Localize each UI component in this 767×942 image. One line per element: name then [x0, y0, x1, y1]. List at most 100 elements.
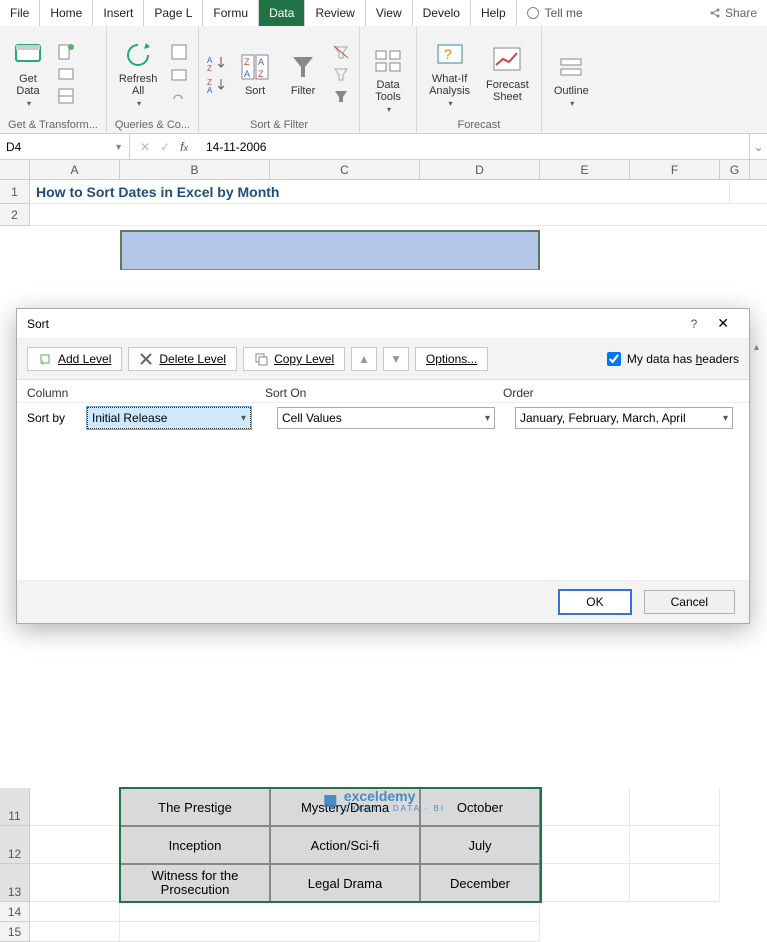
row-header-13[interactable]: 13: [0, 864, 30, 902]
dialog-titlebar: Sort ? ✕: [17, 309, 749, 339]
tab-file[interactable]: File: [0, 0, 40, 26]
sort-button[interactable]: ZAAZ Sort: [235, 49, 275, 99]
tell-me[interactable]: Tell me: [517, 0, 593, 26]
col-header-f[interactable]: F: [630, 160, 720, 179]
options-button[interactable]: Options...: [415, 347, 488, 371]
svg-text:A: A: [207, 86, 213, 93]
dialog-close-button[interactable]: ✕: [707, 315, 739, 332]
dialog-help-button[interactable]: ?: [681, 317, 708, 331]
tab-view[interactable]: View: [366, 0, 413, 26]
add-level-button[interactable]: + Add Level: [27, 347, 122, 371]
group-data-tools-label: [368, 129, 408, 131]
whatif-icon: ?: [434, 39, 466, 71]
group-sort-filter-label: Sort & Filter: [207, 117, 351, 131]
title-cell[interactable]: How to Sort Dates in Excel by Month: [30, 180, 730, 203]
select-all-corner[interactable]: [0, 160, 30, 179]
row-header-2[interactable]: 2: [0, 204, 30, 226]
col-header-c[interactable]: C: [270, 160, 420, 179]
headers-checkbox[interactable]: My data has headers: [607, 352, 739, 366]
enter-formula-icon[interactable]: ✓: [160, 140, 170, 154]
dialog-footer: OK Cancel: [17, 581, 749, 623]
cell-d13[interactable]: December: [420, 864, 540, 902]
copy-level-button[interactable]: Copy Level: [243, 347, 345, 371]
row-header-11[interactable]: 11: [0, 788, 30, 826]
group-forecast-label: Forecast: [425, 117, 533, 131]
headers-checkbox-input[interactable]: [607, 352, 621, 366]
clear-filter-icon[interactable]: [331, 42, 351, 62]
cell-b11[interactable]: The Prestige: [120, 788, 270, 826]
ok-button[interactable]: OK: [558, 589, 631, 615]
cell-a11[interactable]: [30, 788, 120, 826]
tab-formulas[interactable]: Formu: [203, 0, 259, 26]
sort-on-select[interactable]: Cell Values▾: [277, 407, 495, 429]
cell-f12[interactable]: [630, 826, 720, 864]
hdr-sorton: Sort On: [265, 386, 503, 400]
group-outline-label: [550, 129, 593, 131]
from-table-icon[interactable]: [56, 86, 76, 106]
col-header-g[interactable]: G: [720, 160, 750, 179]
copy-level-icon: [254, 352, 268, 366]
row-header-14[interactable]: 14: [0, 902, 30, 922]
svg-text:+: +: [40, 358, 45, 366]
edit-links-icon[interactable]: [169, 86, 189, 106]
cell-c12[interactable]: Action/Sci-fi: [270, 826, 420, 864]
move-up-button[interactable]: ▲: [351, 347, 377, 371]
copy-level-label: Copy Level: [274, 352, 334, 366]
sort-asc-icon[interactable]: AZ: [207, 53, 227, 73]
col-header-b[interactable]: B: [120, 160, 270, 179]
svg-text:Z: Z: [258, 69, 264, 79]
tab-developer[interactable]: Develo: [413, 0, 471, 26]
get-data-button[interactable]: Get Data: [8, 37, 48, 110]
col-header-a[interactable]: A: [30, 160, 120, 179]
row-header-15[interactable]: 15: [0, 922, 30, 942]
outline-button[interactable]: Outline: [550, 49, 593, 110]
tab-help[interactable]: Help: [471, 0, 517, 26]
sort-desc-icon[interactable]: ZA: [207, 75, 227, 95]
cell-a13[interactable]: [30, 864, 120, 902]
sort-on-value: Cell Values: [282, 411, 342, 425]
row-header-12[interactable]: 12: [0, 826, 30, 864]
share-button[interactable]: Share: [699, 0, 767, 26]
properties-icon[interactable]: [169, 64, 189, 84]
row-header-1[interactable]: 1: [0, 180, 30, 204]
from-web-icon[interactable]: [56, 64, 76, 84]
whatif-button[interactable]: ? What-If Analysis: [425, 37, 474, 110]
tab-insert[interactable]: Insert: [93, 0, 144, 26]
from-text-icon[interactable]: [56, 42, 76, 62]
col-header-d[interactable]: D: [420, 160, 540, 179]
tab-review[interactable]: Review: [305, 0, 365, 26]
cell-b13[interactable]: Witness for the Prosecution: [120, 864, 270, 902]
cell-e13[interactable]: [540, 864, 630, 902]
tab-data[interactable]: Data: [259, 0, 305, 26]
delete-level-button[interactable]: Delete Level: [128, 347, 237, 371]
expand-formula-bar[interactable]: ⌄: [749, 134, 767, 159]
queries-icon[interactable]: [169, 42, 189, 62]
cell-c13[interactable]: Legal Drama: [270, 864, 420, 902]
tab-pagelayout[interactable]: Page L: [144, 0, 203, 26]
fx-icon[interactable]: fx: [180, 140, 188, 154]
cell-f13[interactable]: [630, 864, 720, 902]
cancel-formula-icon[interactable]: ✕: [140, 140, 150, 154]
sort-column-select[interactable]: Initial Release▾: [87, 407, 251, 429]
formula-input[interactable]: 14-11-2006: [198, 134, 749, 159]
data-tools-button[interactable]: Data Tools: [368, 43, 408, 116]
move-down-button[interactable]: ▼: [383, 347, 409, 371]
cell-b12[interactable]: Inception: [120, 826, 270, 864]
advanced-filter-icon[interactable]: [331, 86, 351, 106]
cell-f11[interactable]: [630, 788, 720, 826]
cell-e11[interactable]: [540, 788, 630, 826]
cell-a12[interactable]: [30, 826, 120, 864]
forecast-sheet-button[interactable]: Forecast Sheet: [482, 43, 533, 105]
data-tools-label: Data Tools: [375, 79, 401, 103]
col-header-e[interactable]: E: [540, 160, 630, 179]
name-box[interactable]: D4 ▼: [0, 134, 130, 159]
refresh-all-button[interactable]: Refresh All: [115, 37, 162, 110]
cell-d12[interactable]: July: [420, 826, 540, 864]
cancel-button[interactable]: Cancel: [644, 590, 735, 614]
cell-e12[interactable]: [540, 826, 630, 864]
tab-home[interactable]: Home: [40, 0, 93, 26]
filter-button[interactable]: Filter: [283, 49, 323, 99]
ribbon-tabs: File Home Insert Page L Formu Data Revie…: [0, 0, 767, 26]
reapply-icon[interactable]: [331, 64, 351, 84]
sort-order-select[interactable]: January, February, March, April▾: [515, 407, 733, 429]
